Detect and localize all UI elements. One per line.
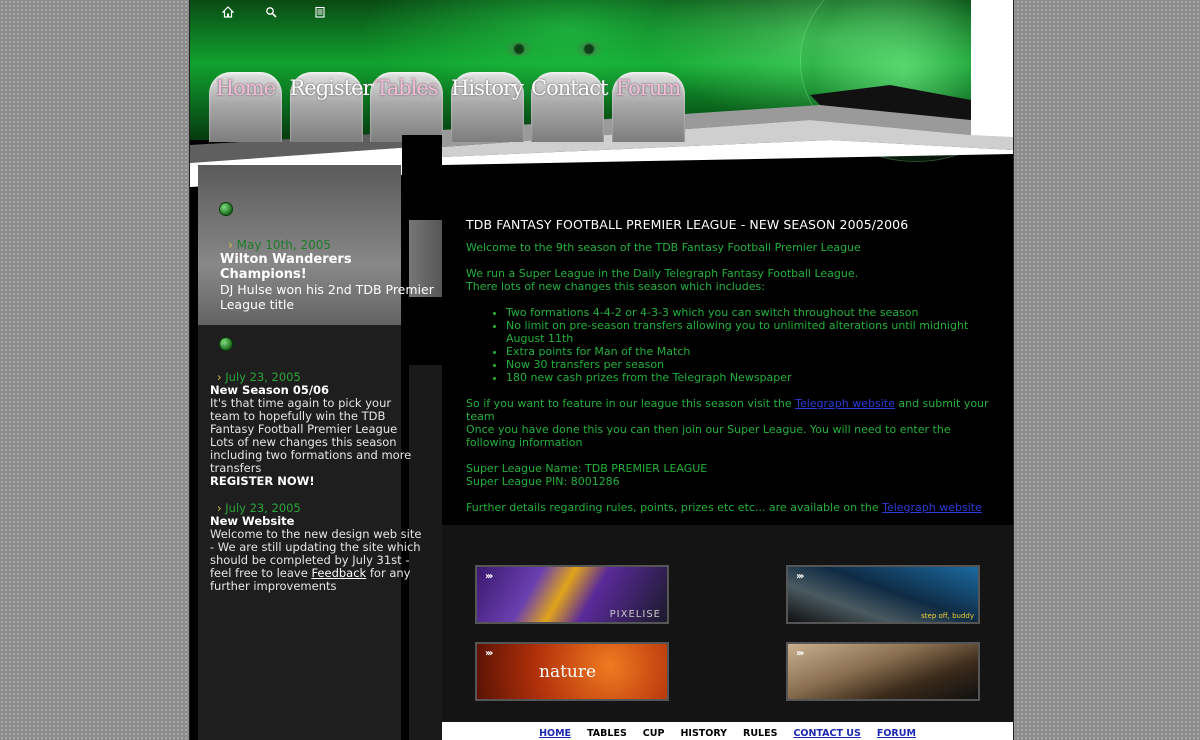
league-name: Super League Name: TDB PREMIER LEAGUE bbox=[466, 462, 708, 475]
footer-link-home[interactable]: HOME bbox=[539, 728, 571, 739]
join-text: Once you have done this you can then joi… bbox=[466, 423, 951, 449]
intro-text: We run a Super League in the Daily Teleg… bbox=[466, 267, 996, 293]
main-content: TDB FANTASY FOOTBALL PREMIER LEAGUE - NE… bbox=[466, 218, 996, 527]
footer-nav: HOME TABLES CUP HISTORY RULES CONTACT US FORUM bbox=[442, 722, 1013, 740]
green-ball-icon bbox=[219, 202, 233, 216]
banner-thumb-nature[interactable]: ››› nature bbox=[475, 642, 669, 701]
intro-line: There lots of new changes this season wh… bbox=[466, 280, 765, 293]
green-ball-icon bbox=[219, 337, 233, 351]
footer-link-cup[interactable]: CUP bbox=[643, 728, 665, 739]
thumb-caption: step off, buddy bbox=[921, 612, 974, 620]
nav-tab-label: History bbox=[451, 76, 524, 100]
sidebar-feature: May 10th, 2005 Wilton Wanderers Champion… bbox=[220, 238, 436, 312]
news-text: It's that time again to pick your team t… bbox=[210, 396, 398, 436]
feature-headline[interactable]: Wilton Wanderers Champions! bbox=[220, 252, 436, 282]
changes-list-item: No limit on pre-season transfers allowin… bbox=[506, 319, 996, 345]
page-container: Home RegisterTables History Contact Forum Ma… bbox=[189, 0, 1014, 740]
nav-tab-history[interactable]: History bbox=[450, 72, 524, 142]
news-text: Welcome to the new design web site - We … bbox=[210, 528, 422, 593]
banner-thumb-step-off[interactable]: ››› step off, buddy bbox=[786, 565, 980, 624]
nav-tab-label: Home bbox=[215, 76, 276, 100]
changes-list: Two formations 4-4-2 or 4-3-3 which you … bbox=[466, 306, 996, 384]
face-eye-left bbox=[502, 42, 536, 56]
telegraph-link[interactable]: Telegraph website bbox=[882, 501, 982, 514]
welcome-text: Welcome to the 9th season of the TDB Fan… bbox=[466, 241, 861, 254]
news-text: Lots of new changes this season includin… bbox=[210, 435, 412, 475]
further-text: Further details regarding rules, points,… bbox=[466, 501, 883, 514]
footer-link-tables[interactable]: TABLES bbox=[587, 728, 627, 739]
changes-list-item: 180 new cash prizes from the Telegraph N… bbox=[506, 371, 996, 384]
feature-text-part: So if you want to feature in our league … bbox=[466, 397, 796, 410]
league-pin: Super League PIN: 8001286 bbox=[466, 475, 620, 488]
league-info: Super League Name: TDB PREMIER LEAGUE Sup… bbox=[466, 462, 996, 488]
nav-tab-label: Tables bbox=[375, 76, 438, 100]
nav-tab-label: Contact bbox=[531, 76, 608, 100]
nav-tab-forum[interactable]: Forum bbox=[611, 72, 685, 142]
footer-link-forum[interactable]: FORUM bbox=[877, 728, 916, 739]
document-icon[interactable] bbox=[313, 6, 327, 20]
banner-thumb-stadium[interactable]: ››› bbox=[786, 642, 980, 701]
search-icon[interactable] bbox=[264, 6, 278, 20]
feature-paragraph: So if you want to feature in our league … bbox=[466, 397, 996, 449]
register-now-link[interactable]: REGISTER NOW! bbox=[210, 475, 422, 488]
thumb-caption: nature bbox=[539, 662, 597, 682]
banner-thumb-pixelise[interactable]: ››› PIXELISE bbox=[475, 565, 669, 624]
nav-tab-label: Forum bbox=[615, 76, 682, 100]
changes-list-item: Now 30 transfers per season bbox=[506, 358, 996, 371]
arrows-icon: ››› bbox=[796, 571, 805, 582]
news-item: July 23, 2005 New Season 05/06 It's that… bbox=[210, 371, 422, 488]
thumb-caption: PIXELISE bbox=[609, 609, 661, 620]
face-eye-right bbox=[572, 42, 606, 56]
feature-text: DJ Hulse won his 2nd TDB Premier League … bbox=[220, 282, 434, 312]
feedback-link[interactable]: Feedback bbox=[311, 566, 366, 580]
page-title: TDB FANTASY FOOTBALL PREMIER LEAGUE - NE… bbox=[466, 217, 909, 232]
intro-line: We run a Super League in the Daily Teleg… bbox=[466, 267, 859, 280]
footer-link-rules[interactable]: RULES bbox=[743, 728, 777, 739]
home-icon[interactable] bbox=[221, 6, 235, 20]
changes-list-item: Extra points for Man of the Match bbox=[506, 345, 996, 358]
further-details: Further details regarding rules, points,… bbox=[466, 501, 996, 514]
news-item: July 23, 2005 New Website Welcome to the… bbox=[210, 502, 422, 593]
arrows-icon: ››› bbox=[796, 648, 805, 659]
nav-tab-contact[interactable]: Contact bbox=[531, 72, 608, 142]
nav-tab-label: Register bbox=[289, 76, 373, 100]
feature-date: May 10th, 2005 bbox=[228, 238, 436, 252]
footer-link-history[interactable]: HISTORY bbox=[680, 728, 727, 739]
footer-link-contact-us[interactable]: CONTACT US bbox=[793, 728, 860, 739]
arrows-icon: ››› bbox=[485, 571, 494, 582]
telegraph-link[interactable]: Telegraph website bbox=[795, 397, 895, 410]
top-icon-bar bbox=[190, 0, 1013, 20]
nav-tab-home[interactable]: Home bbox=[209, 72, 282, 142]
changes-list-item: Two formations 4-4-2 or 4-3-3 which you … bbox=[506, 306, 996, 319]
arrows-icon: ››› bbox=[485, 648, 494, 659]
nav-tab-tables[interactable]: Tables bbox=[370, 72, 443, 142]
nav-tab-register[interactable]: Register bbox=[289, 72, 373, 142]
